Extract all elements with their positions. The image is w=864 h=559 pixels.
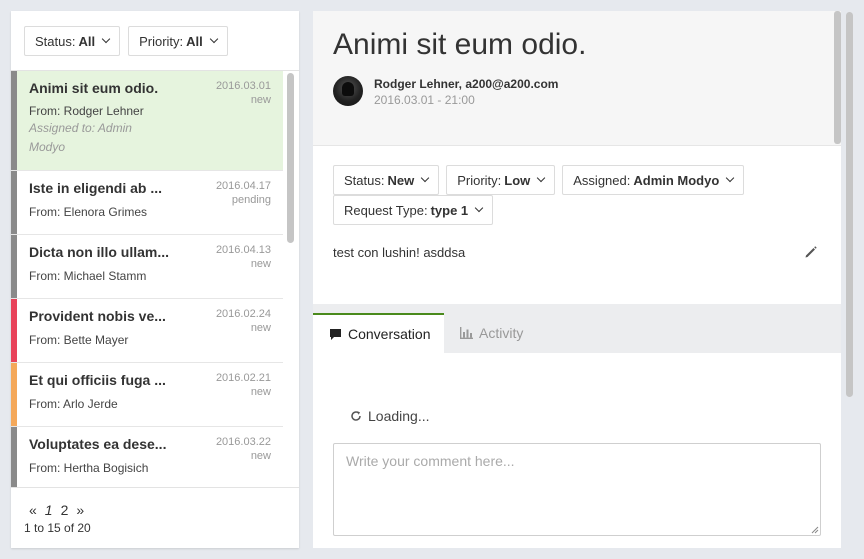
request-type-dropdown[interactable]: Request Type: type 1 (333, 195, 494, 225)
assigned-label: Assigned: (573, 172, 631, 188)
chevron-down-icon (726, 173, 735, 183)
ticket-date: 2016.03.01 (215, 80, 271, 92)
ticket-item[interactable]: Voluptates ea dese... From: Hertha Bogis… (11, 427, 283, 487)
chevron-down-icon (420, 173, 430, 183)
ticket-item[interactable]: Animi sit eum odio. From: Rodger Lehner … (11, 71, 283, 171)
ticket-title: Dicta non illo ullam... (29, 244, 169, 260)
priority-value: Low (504, 172, 531, 188)
filter-bar: Status: All Priority: All (24, 26, 228, 56)
page-scrollbar[interactable] (846, 12, 853, 397)
ticket-item[interactable]: Dicta non illo ullam... From: Michael St… (11, 235, 283, 299)
priority-color-bar (11, 299, 17, 362)
priority-color-bar (11, 171, 17, 234)
page-2-link[interactable]: 2 (61, 502, 69, 518)
status-filter-label: Status: (35, 33, 76, 49)
ticket-status: new (250, 258, 271, 270)
ticket-header: Animi sit eum odio. Rodger Lehner, a200@… (313, 11, 841, 146)
status-label: Status: (344, 172, 385, 188)
ticket-from: From: Arlo Jerde (29, 397, 118, 411)
chevron-down-icon (209, 34, 219, 44)
priority-color-bar (11, 427, 17, 487)
assigned-value: Admin Modyo (633, 172, 720, 188)
ticket-properties-row: Status: New Priority: Low Assigned: Admi… (333, 165, 745, 195)
ticket-list: Animi sit eum odio. From: Rodger Lehner … (11, 71, 283, 487)
status-value: New (387, 172, 415, 188)
ticket-assigned: Assigned to: Admin Modyo (29, 121, 132, 154)
ticket-title: Iste in eligendi ab ... (29, 180, 163, 196)
ticket-status: new (250, 94, 271, 106)
ticket-status: new (250, 322, 271, 334)
priority-filter-value: All (186, 33, 203, 49)
priority-color-bar (11, 71, 17, 170)
priority-color-bar (11, 363, 17, 426)
status-dropdown[interactable]: Status: New (333, 165, 440, 195)
ticket-from: From: Hertha Bogisich (29, 461, 149, 475)
loading-indicator: Loading... (350, 408, 430, 424)
ticket-item[interactable]: Et qui officiis fuga ... From: Arlo Jerd… (11, 363, 283, 427)
page-1-link[interactable]: 1 (45, 502, 53, 518)
ticket-status: new (250, 386, 271, 398)
ticket-detail-title: Animi sit eum odio. (333, 28, 587, 61)
ticket-from: From: Elenora Grimes (29, 205, 148, 219)
priority-label: Priority: (457, 172, 502, 188)
ticket-date: 2016.04.17 (215, 180, 271, 192)
ticket-list-panel: Status: All Priority: All Animi sit eum … (11, 11, 299, 548)
ticket-title: Voluptates ea dese... (29, 436, 167, 452)
ticket-date: 2016.02.21 (215, 372, 271, 384)
ticket-date: 2016.04.13 (215, 244, 271, 256)
ticket-from: From: Rodger Lehner (29, 104, 144, 118)
chat-bubble-icon (330, 328, 341, 340)
ticket-title: Provident nobis ve... (29, 308, 166, 324)
ticket-date: 2016.03.22 (215, 436, 271, 448)
status-filter-dropdown[interactable]: Status: All (24, 26, 121, 56)
chevron-down-icon (474, 203, 484, 213)
chevron-down-icon (101, 34, 111, 44)
tab-activity[interactable]: Activity (460, 313, 523, 353)
ticket-item[interactable]: Iste in eligendi ab ... From: Elenora Gr… (11, 171, 283, 235)
ticket-description: test con lushin! asddsa (333, 245, 466, 260)
ticket-status: pending (231, 194, 271, 206)
refresh-icon (351, 411, 361, 421)
next-page-button[interactable]: » (76, 502, 84, 518)
priority-filter-dropdown[interactable]: Priority: All (128, 26, 228, 56)
ticket-detail-panel: Animi sit eum odio. Rodger Lehner, a200@… (313, 11, 841, 548)
header-scrollbar[interactable] (834, 11, 841, 144)
priority-filter-label: Priority: (139, 33, 184, 49)
request-type-value: type 1 (430, 202, 469, 218)
ticket-date: 2016.02.24 (215, 308, 271, 320)
status-filter-value: All (78, 33, 96, 49)
ticket-from: From: Michael Stamm (29, 269, 147, 283)
loading-text: Loading... (368, 408, 430, 424)
priority-dropdown[interactable]: Priority: Low (446, 165, 556, 195)
ticket-author: Rodger Lehner, a200@a200.com (374, 77, 559, 91)
tabs-bar: Conversation Activity (313, 304, 841, 353)
ticket-title: Animi sit eum odio. (29, 80, 159, 96)
pencil-icon[interactable] (803, 244, 819, 260)
pagination: « 1 2 » (29, 502, 84, 518)
tab-activity-label: Activity (479, 325, 524, 341)
request-type-label: Request Type: (344, 202, 428, 218)
ticket-from: From: Bette Mayer (29, 333, 129, 347)
chevron-down-icon (537, 173, 546, 183)
comment-input[interactable] (333, 443, 821, 536)
ticket-status: new (250, 450, 271, 462)
ticket-item[interactable]: Provident nobis ve... From: Bette Mayer … (11, 299, 283, 363)
avatar (333, 76, 363, 106)
assigned-dropdown[interactable]: Assigned: Admin Modyo (562, 165, 745, 195)
ticket-properties-row-2: Request Type: type 1 (333, 195, 494, 225)
prev-page-button[interactable]: « (29, 502, 37, 518)
pagination-range: 1 to 15 of 20 (24, 521, 91, 535)
ticket-list-scrollbar[interactable] (287, 73, 294, 243)
bar-chart-icon (460, 327, 473, 339)
tab-conversation[interactable]: Conversation (313, 313, 444, 353)
divider (11, 487, 299, 488)
tab-conversation-label: Conversation (348, 326, 431, 342)
priority-color-bar (11, 235, 17, 298)
ticket-datetime: 2016.03.01 - 21:00 (374, 93, 475, 107)
ticket-title: Et qui officiis fuga ... (29, 372, 166, 388)
